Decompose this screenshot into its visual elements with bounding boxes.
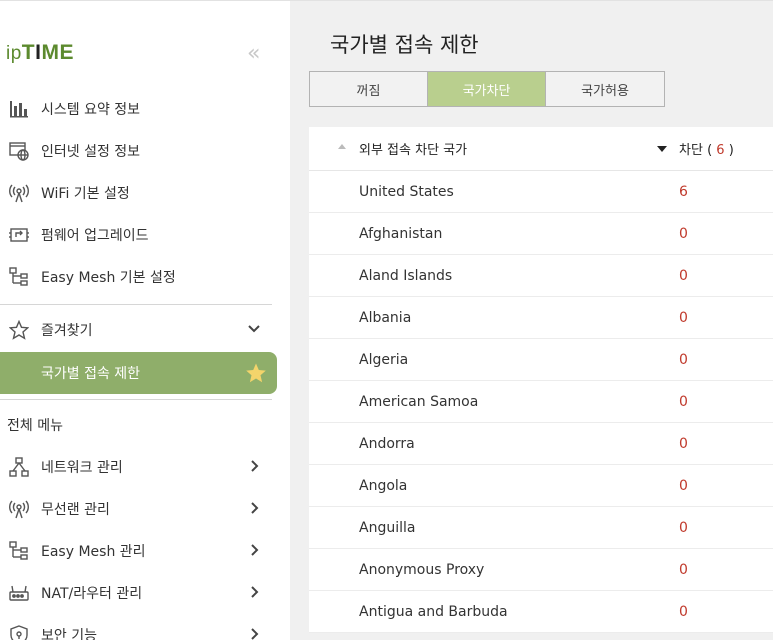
mesh-tree-icon [9,541,29,561]
collapse-sidebar-icon[interactable]: « [247,41,261,66]
table-row[interactable]: Algeria 0 [309,339,773,381]
sort-down-icon[interactable] [657,146,667,152]
star-outline-icon [9,320,29,340]
table-row[interactable]: Anguilla 0 [309,507,773,549]
sidebar-divider [0,399,272,400]
sidebar-item-nat-router[interactable]: NAT/라우터 관리 [0,572,277,614]
logo-time: TIME [21,41,74,64]
table-row[interactable]: American Samoa 0 [309,381,773,423]
logo-ip: ip [6,43,22,64]
sidebar-favorites-toggle[interactable]: 즐겨찾기 [0,309,277,351]
router-icon [9,583,29,603]
chevron-right-icon [247,459,261,473]
sidebar: ipTIME « 시스템 요약 정보 인터넷 설정 정보 WiFi 기본 설정 … [0,0,290,640]
table-header: 외부 접속 차단 국가 차단 ( 6 ) [309,127,773,171]
sidebar-item-easymesh[interactable]: Easy Mesh 관리 [0,530,277,572]
wifi-antenna-icon [9,183,29,203]
table-row[interactable]: Afghanistan 0 [309,213,773,255]
sidebar-item-internet-info[interactable]: 인터넷 설정 정보 [0,130,277,172]
sidebar-item-system-summary[interactable]: 시스템 요약 정보 [0,88,277,130]
firmware-chip-icon [9,225,29,245]
sort-up-icon[interactable] [338,144,346,149]
sidebar-item-wifi-basic[interactable]: WiFi 기본 설정 [0,172,277,214]
sidebar-item-security[interactable]: 보안 기능 [0,614,277,640]
table-row[interactable]: Anonymous Proxy 0 [309,549,773,591]
sidebar-item-wireless[interactable]: 무선랜 관리 [0,488,277,530]
table-row[interactable]: Antigua and Barbuda 0 [309,591,773,633]
chevron-down-icon [247,322,261,336]
sidebar-item-firmware-upgrade[interactable]: 펌웨어 업그레이드 [0,214,277,256]
chevron-right-icon [247,585,261,599]
sidebar-item-easymesh-basic[interactable]: Easy Mesh 기본 설정 [0,256,277,298]
bar-chart-icon [9,99,29,119]
table-row[interactable]: Angola 0 [309,465,773,507]
tab-country-allow[interactable]: 국가허용 [546,72,664,106]
tab-country-block[interactable]: 국가차단 [428,72,546,106]
mode-tabs: 꺼짐 국가차단 국가허용 [309,71,665,107]
mesh-tree-icon [9,267,29,287]
table-row[interactable]: Andorra 0 [309,423,773,465]
chevron-right-icon [247,627,261,640]
table-row[interactable]: Albania 0 [309,297,773,339]
wifi-antenna-icon [9,499,29,519]
tab-off[interactable]: 꺼짐 [310,72,428,106]
chevron-right-icon [247,543,261,557]
sidebar-divider [0,304,272,305]
shield-lock-icon [9,625,29,640]
globe-window-icon [9,141,29,161]
header-block-count[interactable]: 차단 ( 6 ) [679,139,734,158]
network-icon [9,457,29,477]
header-country[interactable]: 외부 접속 차단 국가 [359,139,467,158]
iptime-logo[interactable]: ipTIME [6,41,74,65]
sidebar-item-network[interactable]: 네트워크 관리 [0,446,277,488]
table-row[interactable]: Aland Islands 0 [309,255,773,297]
page-title: 국가별 접속 제한 [330,33,479,57]
country-table: 외부 접속 차단 국가 차단 ( 6 ) United States 6 Afgh… [309,127,773,633]
all-menu-label: 전체 메뉴 [7,418,63,434]
main-content: 국가별 접속 제한 꺼짐 국가차단 국가허용 외부 접속 차단 국가 차단 ( … [290,0,773,640]
favorite-item-country-restriction[interactable]: 국가별 접속 제한 [0,352,277,394]
table-row[interactable]: United States 6 [309,171,773,213]
star-filled-icon[interactable] [245,362,267,384]
chevron-right-icon [247,501,261,515]
